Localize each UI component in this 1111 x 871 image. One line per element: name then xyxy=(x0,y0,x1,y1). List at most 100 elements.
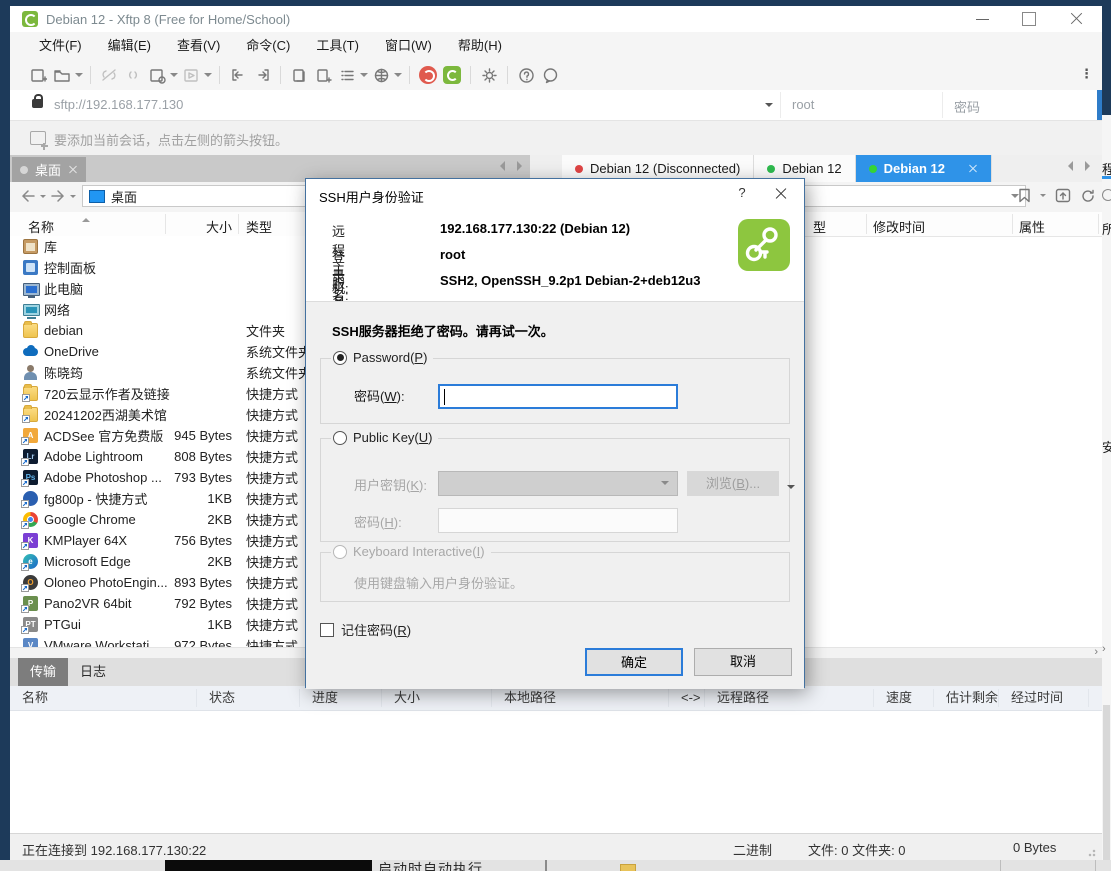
xftp-icon[interactable] xyxy=(443,66,461,84)
session-properties-icon[interactable] xyxy=(145,64,169,86)
scroll-right-icon[interactable]: › xyxy=(1094,646,1098,658)
username-field[interactable]: root xyxy=(792,97,814,112)
transfer-column-5[interactable]: <-> xyxy=(669,689,705,707)
password-radio-label[interactable]: Password(P) xyxy=(353,350,427,365)
encoding-globe-icon[interactable] xyxy=(369,64,393,86)
photoshop-icon: Ps xyxy=(23,470,38,485)
transfer-column-0[interactable]: 名称 xyxy=(10,689,197,707)
column-type-partial[interactable]: 型 xyxy=(813,217,826,236)
tab-close-icon[interactable] xyxy=(68,165,78,175)
column-type[interactable]: 类型 xyxy=(246,217,272,236)
open-folder-icon[interactable] xyxy=(50,64,74,86)
settings-gear-icon[interactable] xyxy=(477,64,501,86)
dialog-close-button[interactable] xyxy=(774,187,788,201)
column-mtime[interactable]: 修改时间 xyxy=(873,217,925,236)
sliver-refresh-icon xyxy=(1102,189,1111,201)
file-size: 2KB xyxy=(150,512,232,527)
list-view-caret-icon[interactable] xyxy=(359,64,369,86)
new-session-icon[interactable] xyxy=(26,64,50,86)
forward-history-caret-icon[interactable] xyxy=(70,195,76,201)
address-url-input[interactable]: sftp://192.168.177.130 xyxy=(54,97,183,112)
kmplayer-icon: K xyxy=(23,533,38,548)
xshell-icon[interactable] xyxy=(419,66,437,84)
publickey-group: Public Key(U) 用户密钥(K): 浏览(B)... 密码(H): xyxy=(320,438,790,542)
open-folder-caret-icon[interactable] xyxy=(74,64,84,86)
toolbar-overflow-icon[interactable]: ⋮ xyxy=(1080,66,1094,82)
transfer-mode[interactable]: 二进制 xyxy=(733,840,772,859)
forward-icon[interactable] xyxy=(50,189,66,203)
import-icon[interactable] xyxy=(226,64,250,86)
file-type: 快捷方式 xyxy=(246,552,298,571)
title-bar[interactable]: Debian 12 - Xftp 8 (Free for Home/School… xyxy=(10,6,1102,32)
session-tab-scroll-right[interactable] xyxy=(1068,161,1090,171)
info-value: 192.168.177.130:22 (Debian 12) xyxy=(440,221,630,236)
back-history-caret-icon[interactable] xyxy=(40,195,46,201)
publickey-radio-label[interactable]: Public Key(U) xyxy=(353,430,432,445)
remember-password-row[interactable]: 记住密码(R) xyxy=(320,620,411,639)
control-panel-icon xyxy=(23,260,38,275)
session-tab-scroll-left[interactable] xyxy=(500,161,522,171)
password-input[interactable] xyxy=(438,384,678,409)
refresh-icon[interactable] xyxy=(1080,188,1096,203)
encoding-caret-icon[interactable] xyxy=(393,64,403,86)
column-name[interactable]: 名称 xyxy=(28,217,54,236)
ok-button[interactable]: 确定 xyxy=(585,648,683,676)
resize-grip[interactable] xyxy=(1088,847,1098,857)
menu-item-1[interactable]: 编辑(E) xyxy=(95,32,164,60)
menu-item-6[interactable]: 帮助(H) xyxy=(445,32,515,60)
tab-transfer[interactable]: 传输 xyxy=(18,658,68,686)
file-name: Microsoft Edge xyxy=(44,554,131,569)
cancel-button[interactable]: 取消 xyxy=(694,648,792,676)
maximize-button[interactable] xyxy=(1014,10,1044,28)
transfer-column-2[interactable]: 进度 xyxy=(300,689,382,707)
session-tab-close-icon[interactable] xyxy=(968,164,978,174)
column-size[interactable]: 大小 xyxy=(150,217,232,236)
dialog-help-button[interactable]: ? xyxy=(731,185,753,203)
export-icon[interactable] xyxy=(250,64,274,86)
menu-item-3[interactable]: 命令(C) xyxy=(233,32,303,60)
help-icon[interactable] xyxy=(514,64,538,86)
remember-password-checkbox[interactable] xyxy=(320,623,334,637)
list-view-icon[interactable] xyxy=(335,64,359,86)
local-tab-desktop[interactable]: 桌面 xyxy=(12,157,86,182)
acdsee-icon: A xyxy=(23,428,38,443)
new-window-icon[interactable] xyxy=(311,64,335,86)
sliver-column-text: 所 xyxy=(1102,219,1111,238)
execute-caret-icon xyxy=(203,64,213,86)
file-name: 网络 xyxy=(44,300,70,319)
disconnect-icon xyxy=(97,64,121,86)
menu-item-2[interactable]: 查看(V) xyxy=(164,32,233,60)
publickey-radio[interactable] xyxy=(333,431,347,445)
session-properties-caret-icon[interactable] xyxy=(169,64,179,86)
info-value: SSH2, OpenSSH_9.2p1 Debian-2+deb12u3 xyxy=(440,273,700,288)
transfer-column-3[interactable]: 大小 xyxy=(382,689,492,707)
desktop-icon xyxy=(89,190,105,203)
duplicate-icon[interactable] xyxy=(287,64,311,86)
up-folder-icon[interactable] xyxy=(1055,188,1071,203)
transfer-column-1[interactable]: 状态 xyxy=(197,689,300,707)
toolbar xyxy=(10,60,1102,90)
menu-item-4[interactable]: 工具(T) xyxy=(303,32,372,60)
bookmark-icon[interactable] xyxy=(1018,188,1031,203)
close-button[interactable] xyxy=(1060,10,1090,28)
menu-item-0[interactable]: 文件(F) xyxy=(26,32,95,60)
back-icon[interactable] xyxy=(20,189,36,203)
address-dropdown-icon[interactable] xyxy=(765,103,773,111)
password-field[interactable]: 密码 xyxy=(954,97,980,116)
transfer-column-7[interactable]: 速度 xyxy=(874,689,934,707)
transfer-column-8[interactable]: 估计剩余... xyxy=(934,689,999,707)
bookmark-caret-icon[interactable] xyxy=(1040,194,1046,200)
transfer-column-4[interactable]: 本地路径 xyxy=(492,689,669,707)
minimize-button[interactable] xyxy=(968,10,998,28)
menu-item-5[interactable]: 窗口(W) xyxy=(372,32,445,60)
transfer-column-9[interactable]: 经过时间 xyxy=(999,689,1089,707)
feedback-icon[interactable] xyxy=(538,64,562,86)
session-tab-2[interactable]: Debian 12 xyxy=(856,155,992,182)
tab-log[interactable]: 日志 xyxy=(68,658,118,686)
column-attr[interactable]: 属性 xyxy=(1019,217,1045,236)
transfer-column-6[interactable]: 远程路径 xyxy=(705,689,874,707)
file-name: Adobe Photoshop ... xyxy=(44,470,162,485)
file-name: fg800p - 快捷方式 xyxy=(44,489,147,508)
password-radio[interactable] xyxy=(333,351,347,365)
dialog-title-bar[interactable]: SSH用户身份验证 ? xyxy=(306,179,804,209)
